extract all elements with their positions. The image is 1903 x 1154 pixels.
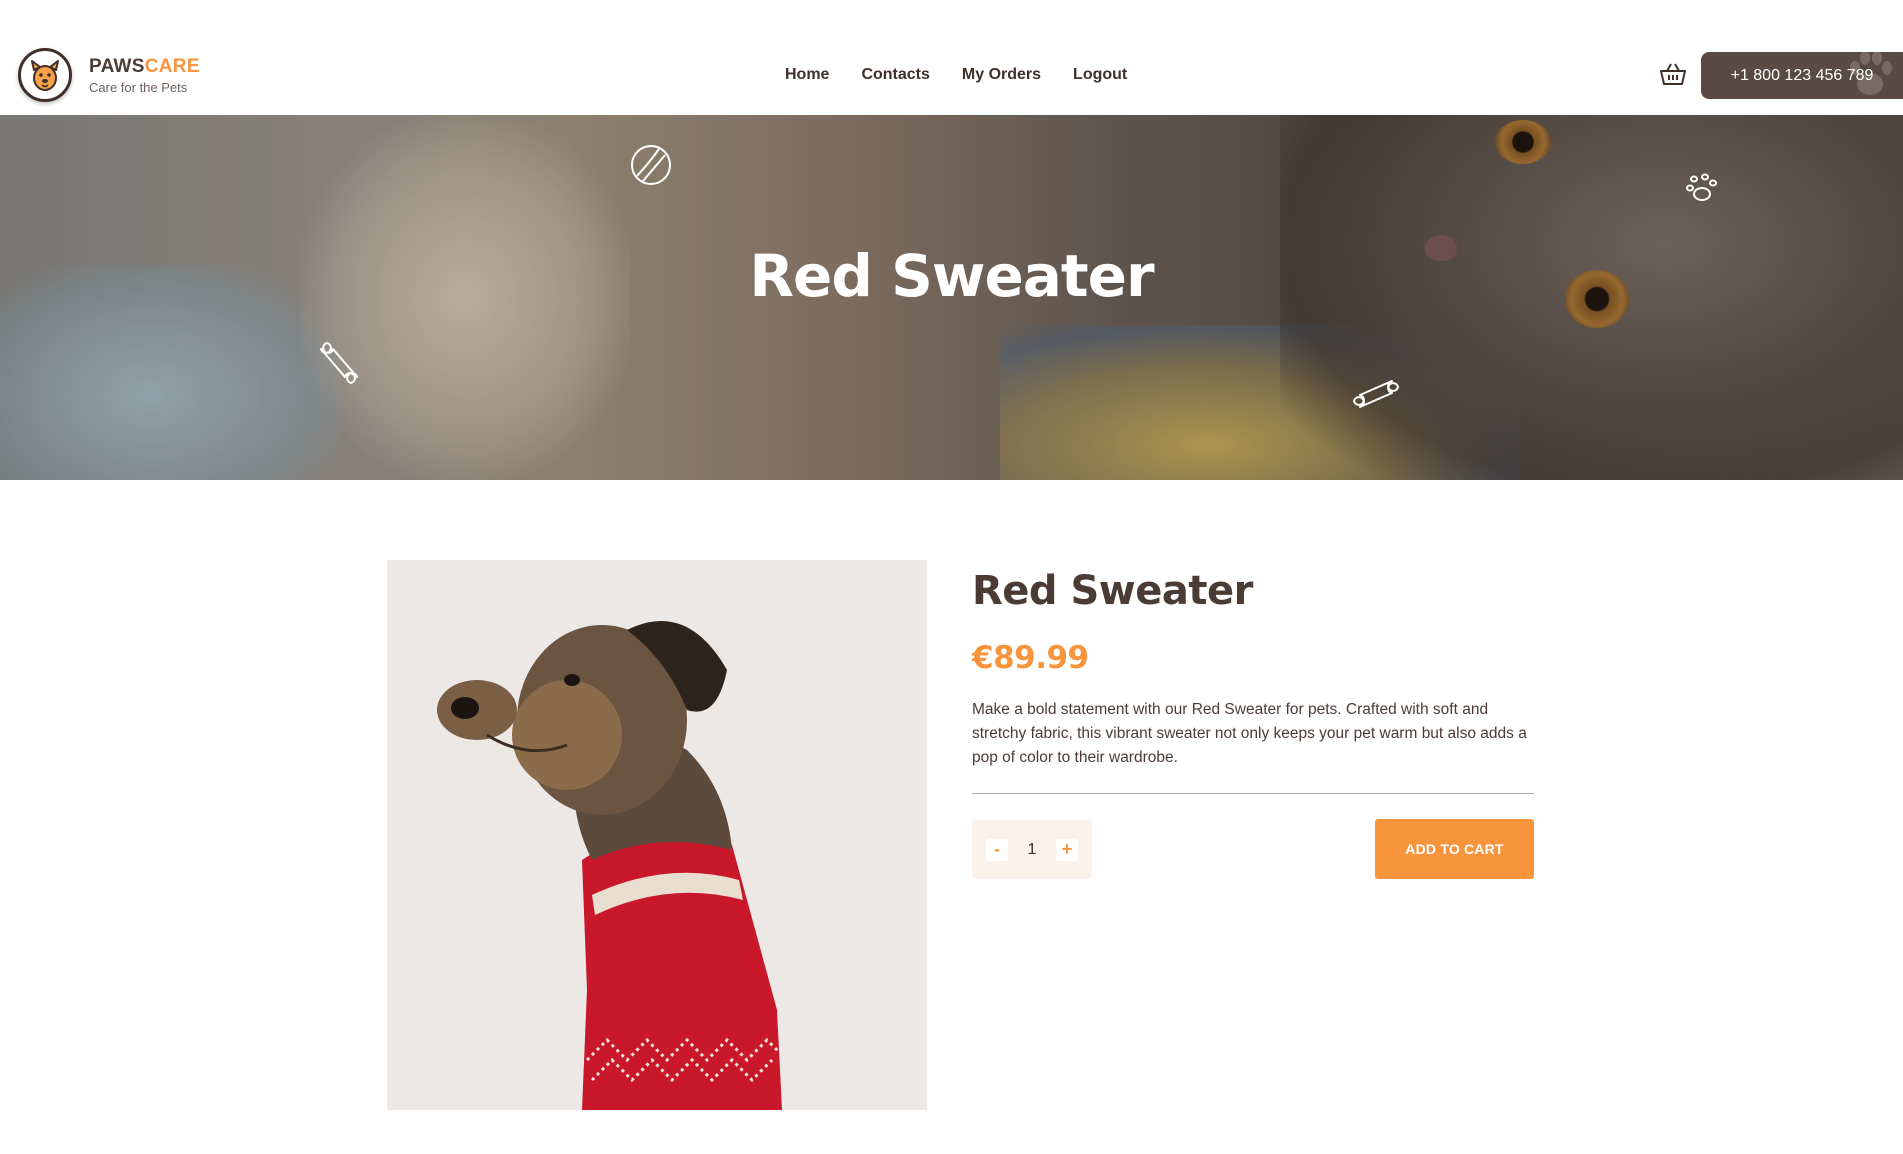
quantity-stepper: - 1 + [972, 820, 1092, 879]
bone-icon [1346, 371, 1408, 420]
bone-icon [313, 333, 367, 396]
quantity-value[interactable]: 1 [1028, 841, 1037, 859]
product-description: Make a bold statement with our Red Sweat… [972, 701, 1527, 766]
product-image [387, 560, 927, 1110]
nav-logout[interactable]: Logout [1073, 66, 1127, 84]
paw-icon [1678, 170, 1720, 209]
quantity-increase-button[interactable]: + [1056, 838, 1078, 861]
main-nav: Home Contacts My Orders Logout [785, 66, 1127, 84]
hero-banner: Red Sweater [0, 115, 1903, 480]
add-to-cart-button[interactable]: ADD TO CART [1375, 819, 1534, 879]
paw-icon [1843, 52, 1897, 99]
ball-icon [629, 143, 673, 192]
nav-contacts[interactable]: Contacts [861, 66, 929, 84]
logo-dog-icon [18, 48, 72, 102]
basket-icon[interactable] [1659, 60, 1687, 88]
product-price: €89.99 [972, 640, 1089, 676]
site-header: PAWSCARE Care for the Pets Home Contacts… [0, 36, 1903, 115]
nav-home[interactable]: Home [785, 66, 829, 84]
divider [972, 793, 1534, 794]
brand-tagline: Care for the Pets [89, 79, 188, 95]
brand-name: PAWSCARE [89, 57, 200, 76]
brand-part-paws: PAWS [89, 55, 145, 77]
phone-button[interactable]: +1 800 123 456 789 [1701, 52, 1903, 99]
logo[interactable]: PAWSCARE Care for the Pets [18, 48, 200, 102]
brand-part-care: CARE [144, 55, 200, 77]
product-title: Red Sweater [972, 568, 1253, 614]
hero-title: Red Sweater [749, 242, 1154, 310]
nav-my-orders[interactable]: My Orders [962, 66, 1041, 84]
quantity-decrease-button[interactable]: - [986, 838, 1008, 861]
